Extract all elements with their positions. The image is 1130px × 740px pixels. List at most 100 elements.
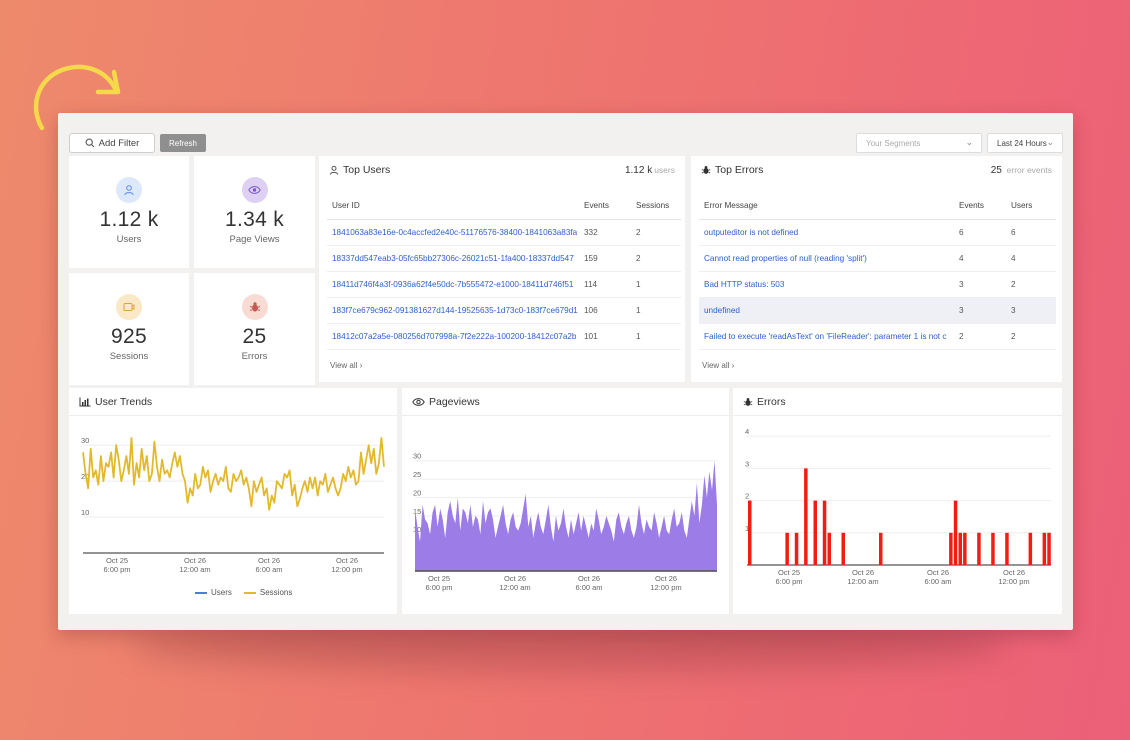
x-tick-label: 6:00 pm [775,577,802,586]
sessions-swatch [243,591,256,594]
user-id-link[interactable]: 1841063a83e16e-0c4accfed2e40c-51176576-3… [327,219,579,246]
events-cell: 332 [579,219,631,246]
table-row[interactable]: undefined 3 3 [699,297,1056,324]
users-swatch [195,591,207,594]
table-row[interactable]: 18337dd547eab3-05fc65bb27306c-26021c51-1… [327,245,681,272]
users-cell: 3 [1006,297,1056,324]
segments-placeholder: Your Segments [866,138,921,148]
x-tick-label: Oct 26 [1003,568,1025,577]
x-tick-label: Oct 26 [336,556,358,565]
time-range-value: Last 24 Hours [997,138,1047,148]
y-tick-label: 15 [413,507,421,516]
x-tick-label: Oct 26 [578,574,600,583]
x-tick-label: 12:00 am [499,583,530,592]
table-row[interactable]: outputeditor is not defined 6 6 [699,219,1056,246]
y-tick-label: 2 [745,492,749,501]
x-tick-label: 12:00 pm [650,583,681,592]
user-id-link[interactable]: 18411d746f4a3f-0936a62f4e50dc-7b555472-e… [327,271,579,298]
error-bar [1005,532,1009,565]
user-icon [116,177,142,203]
toolbar: Add Filter Refresh Your Segments ⌄ Last … [69,133,1063,153]
error-message-link[interactable]: Failed to execute 'readAsText' on 'FileR… [699,323,954,350]
error-message-link[interactable]: Cannot read properties of null (reading … [699,245,954,272]
users-label: Users [116,234,142,245]
table-row[interactable]: 1841063a83e16e-0c4accfed2e40c-51176576-3… [327,219,681,246]
table-row[interactable]: 183f7ce679c962-091381627d144-19525635-1d… [327,297,681,324]
error-bar [958,532,962,565]
pageviews-label: Page Views [229,234,280,245]
user-trends-legend: Users Sessions [195,588,292,597]
stat-card-sessions[interactable]: 925 Sessions [69,273,189,385]
error-bar [963,532,967,565]
events-cell: 106 [579,297,631,324]
y-tick-label: 20 [413,488,421,497]
top-users-title: Top Users [329,164,390,176]
table-row[interactable]: Failed to execute 'readAsText' on 'FileR… [699,323,1056,350]
table-row[interactable]: 18412c07a2a5e-080256d707998a-7f2e222a-10… [327,323,681,350]
error-bar [1028,532,1033,565]
events-cell: 159 [579,245,631,272]
view-all-users-link[interactable]: View all › [330,361,362,370]
legend-item-users[interactable]: Users [195,588,232,597]
user-trends-chart: 302010Oct 256:00 pmOct 2612:00 amOct 266… [81,436,385,574]
column-header-error-message: Error Message [699,193,954,220]
table-row[interactable]: 18411d746f4a3f-0936a62f4e50dc-7b555472-e… [327,271,681,298]
column-header-events: Events [954,193,1006,220]
users-value: 1.12 k [99,208,159,231]
x-tick-label: 6:00 am [575,583,602,592]
user-id-link[interactable]: 18337dd547eab3-05fc65bb27306c-26021c51-1… [327,245,579,272]
error-message-link[interactable]: undefined [699,297,954,324]
add-filter-label: Add Filter [98,137,140,149]
chevron-right-icon: › [731,361,735,370]
error-bar [953,500,958,565]
error-message-link[interactable]: outputeditor is not defined [699,219,954,246]
users-cell: 6 [1006,219,1056,246]
sessions-cell: 2 [631,245,681,272]
stat-card-pageviews[interactable]: 1.34 k Page Views [194,156,315,268]
sessions-cell: 1 [631,271,681,298]
pageviews-value: 1.34 k [224,208,284,231]
view-all-errors-link[interactable]: View all › [702,361,734,370]
view-all-label: View all [702,361,730,370]
y-tick-label: 25 [413,470,421,479]
bug-icon [241,294,268,320]
segments-select[interactable]: Your Segments ⌄ [856,133,982,153]
stat-card-users[interactable]: 1.12 k Users [69,156,189,268]
column-header-user-id: User ID [327,193,579,220]
time-range-select[interactable]: Last 24 Hours ⌄ [987,133,1063,153]
table-row[interactable]: Cannot read properties of null (reading … [699,245,1056,272]
users-cell: 2 [1006,323,1056,350]
events-cell: 6 [954,219,1006,246]
x-tick-label: Oct 25 [106,556,128,565]
errors-chart: 4321Oct 256:00 pmOct 2612:00 amOct 266:0… [745,427,1051,586]
sessions-value: 925 [111,325,147,348]
refresh-button[interactable]: Refresh [160,134,206,152]
error-message-link[interactable]: Bad HTTP status: 503 [699,271,954,298]
x-tick-label: 12:00 am [847,577,878,586]
sessions-cell: 1 [631,323,681,350]
top-errors-title: Top Errors [701,164,763,176]
sessions-line [82,437,385,511]
error-bar [949,532,953,565]
table-row[interactable]: Bad HTTP status: 503 3 2 [699,271,1056,298]
user-id-link[interactable]: 18412c07a2a5e-080256d707998a-7f2e222a-10… [327,323,579,350]
stat-card-errors[interactable]: 25 Errors [194,273,315,385]
refresh-label: Refresh [168,138,197,148]
add-filter-button[interactable]: Add Filter [69,133,155,153]
error-bar [804,468,808,565]
top-users-title-text: Top Users [343,164,391,176]
y-tick-label: 30 [413,452,421,461]
sessions-cell: 2 [631,219,681,246]
errors-label: Errors [241,351,268,362]
user-id-link[interactable]: 183f7ce679c962-091381627d144-19525635-1d… [327,297,579,324]
x-tick-label: 12:00 pm [331,565,362,574]
legend-item-sessions[interactable]: Sessions [243,588,292,597]
events-cell: 4 [954,245,1006,272]
x-tick-label: Oct 26 [184,556,206,565]
error-bar [977,532,981,565]
error-bar [991,532,995,565]
eye-icon [241,177,268,203]
events-cell: 101 [579,323,631,350]
top-errors-panel: Top Errors 25 error events Error Message… [691,156,1062,382]
error-bar [879,532,883,565]
